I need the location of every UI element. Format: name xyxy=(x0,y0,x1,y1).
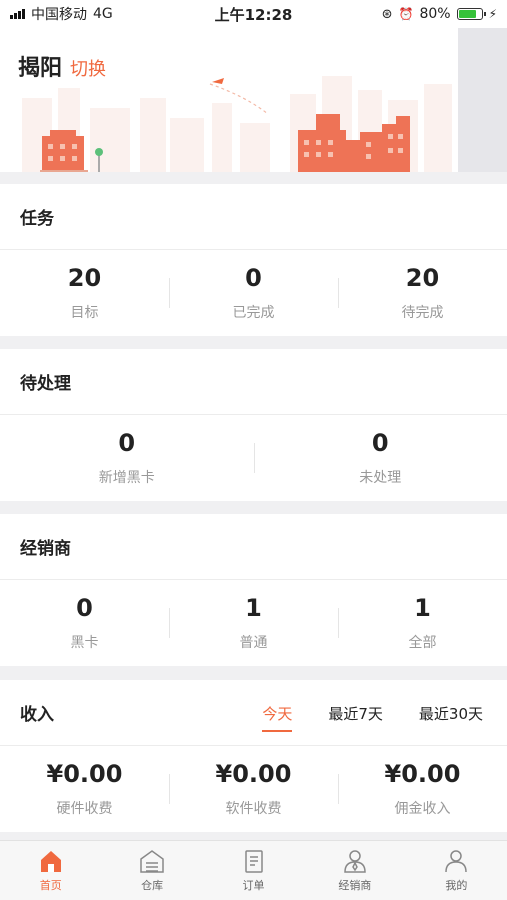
software-fee-stat[interactable]: ¥0.00 软件收费 xyxy=(169,746,338,832)
stat-value: 0 xyxy=(76,594,93,622)
tab-label: 订单 xyxy=(242,878,265,892)
orientation-lock-icon: ⊛ xyxy=(381,6,393,22)
income-period-tabs: 今天 最近7天 最近30天 xyxy=(262,680,483,746)
task-pending-stat[interactable]: 20 待完成 xyxy=(338,250,507,336)
stat-value: ¥0.00 xyxy=(46,760,123,788)
city-name: 揭阳 xyxy=(18,56,63,81)
commission-income-stat[interactable]: ¥0.00 佣金收入 xyxy=(338,746,507,832)
stat-value: ¥0.00 xyxy=(384,760,461,788)
tab-warehouse[interactable]: 仓库 xyxy=(101,841,202,900)
profile-icon xyxy=(445,849,468,872)
dealer-stats: 0 黑卡 1 普通 1 全部 xyxy=(0,580,507,666)
battery-fill xyxy=(458,10,477,18)
stat-label: 待完成 xyxy=(401,305,444,321)
tab-label: 我的 xyxy=(445,878,468,892)
signal-icon xyxy=(10,9,25,19)
switch-city-button[interactable]: 切换 xyxy=(70,55,106,81)
pending-card: 待处理 0 新增黑卡 0 未处理 xyxy=(0,349,507,501)
stat-label: 黑卡 xyxy=(70,635,99,651)
stat-label: 普通 xyxy=(239,635,268,651)
stat-label: 佣金收入 xyxy=(394,801,451,817)
dealer-icon xyxy=(344,849,366,873)
order-icon xyxy=(244,849,263,873)
battery-icon xyxy=(456,8,486,20)
stat-value: ¥0.00 xyxy=(215,760,292,788)
tab-label: 仓库 xyxy=(141,878,164,892)
tab-home[interactable]: 首页 xyxy=(0,841,101,900)
tab-dealers[interactable]: 经销商 xyxy=(304,841,405,900)
tab-today[interactable]: 今天 xyxy=(262,680,293,746)
stat-label: 未处理 xyxy=(359,470,402,486)
dealer-card: 经销商 0 黑卡 1 普通 1 全部 xyxy=(0,514,507,666)
unprocessed-stat[interactable]: 0 未处理 xyxy=(253,415,507,501)
stat-label: 目标 xyxy=(70,305,99,321)
battery-percent: 80% xyxy=(419,6,451,22)
bottom-tab-bar: 首页 仓库 订单 经销商 我的 xyxy=(0,840,507,900)
pending-title: 待处理 xyxy=(0,349,507,415)
alarm-icon: ⏰ xyxy=(398,7,414,21)
stat-label: 已完成 xyxy=(232,305,275,321)
tab-profile[interactable]: 我的 xyxy=(406,841,507,900)
stat-label: 软件收费 xyxy=(225,801,282,817)
task-title: 任务 xyxy=(0,184,507,250)
stat-value: 1 xyxy=(414,594,431,622)
hardware-fee-stat[interactable]: ¥0.00 硬件收费 xyxy=(0,746,169,832)
task-target-stat[interactable]: 20 目标 xyxy=(0,250,169,336)
stat-label: 全部 xyxy=(408,635,437,651)
stat-value: 0 xyxy=(118,429,136,457)
stat-value: 20 xyxy=(405,264,440,292)
stat-value: 0 xyxy=(245,264,262,292)
task-stats: 20 目标 0 已完成 20 待完成 xyxy=(0,250,507,336)
tab-last-30-days[interactable]: 最近30天 xyxy=(419,680,483,746)
warehouse-icon xyxy=(140,849,164,873)
tab-label: 经销商 xyxy=(338,878,372,892)
status-bar: 中国移动 4G 上午12:28 ⊛ ⏰ 80% ⚡ xyxy=(0,0,507,28)
stat-value: 1 xyxy=(245,594,262,622)
normal-dealer-stat[interactable]: 1 普通 xyxy=(169,580,338,666)
income-stats: ¥0.00 硬件收费 ¥0.00 软件收费 ¥0.00 佣金收入 xyxy=(0,746,507,832)
carrier: 中国移动 xyxy=(31,7,87,23)
tab-orders[interactable]: 订单 xyxy=(203,841,304,900)
income-card: 收入 今天 最近7天 最近30天 ¥0.00 硬件收费 ¥0.00 软件收费 ¥… xyxy=(0,680,507,832)
dealer-title: 经销商 xyxy=(0,514,507,580)
task-completed-stat[interactable]: 0 已完成 xyxy=(169,250,338,336)
banner-side-panel xyxy=(458,28,507,172)
stat-value: 0 xyxy=(371,429,389,457)
tab-last-7-days[interactable]: 最近7天 xyxy=(328,680,383,746)
income-header: 收入 今天 最近7天 最近30天 xyxy=(0,680,507,746)
tab-label: 首页 xyxy=(39,878,62,892)
income-title: 收入 xyxy=(20,705,54,725)
all-dealer-stat[interactable]: 1 全部 xyxy=(338,580,507,666)
network-type: 4G xyxy=(93,6,113,22)
black-card-dealer-stat[interactable]: 0 黑卡 xyxy=(0,580,169,666)
new-black-card-stat[interactable]: 0 新增黑卡 xyxy=(0,415,254,501)
city-banner: 揭阳 切换 xyxy=(0,28,458,172)
stat-value: 20 xyxy=(67,264,102,292)
stat-label: 硬件收费 xyxy=(56,801,113,817)
charging-icon: ⚡ xyxy=(488,7,497,21)
pending-stats: 0 新增黑卡 0 未处理 xyxy=(0,415,507,501)
home-icon xyxy=(40,850,61,872)
task-card: 任务 20 目标 0 已完成 20 待完成 xyxy=(0,184,507,336)
stat-label: 新增黑卡 xyxy=(98,470,155,486)
